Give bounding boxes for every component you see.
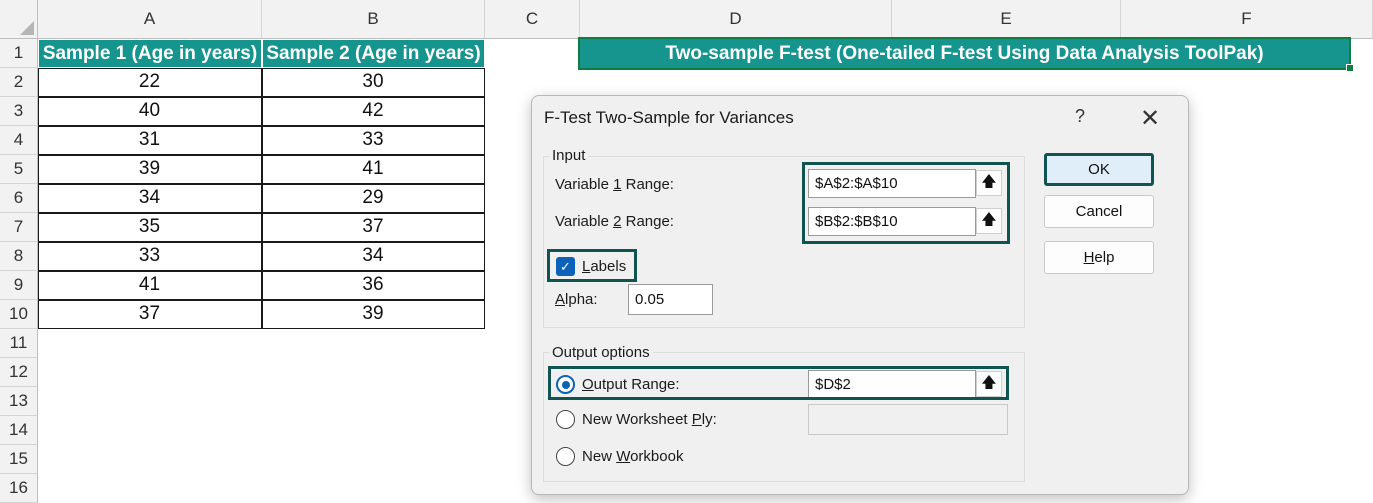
row-header-15[interactable]: 15 [0, 445, 38, 474]
column-header-f[interactable]: F [1121, 0, 1373, 39]
cell-b6[interactable]: 29 [261, 183, 485, 213]
row-header-3[interactable]: 3 [0, 97, 38, 126]
cell-a6[interactable]: 34 [37, 183, 262, 213]
ok-button[interactable]: OK [1044, 153, 1154, 186]
row-header-14[interactable]: 14 [0, 416, 38, 445]
dialog-title: F-Test Two-Sample for Variances [544, 108, 794, 127]
row-header-2[interactable]: 2 [0, 68, 38, 97]
new-worksheet-ply-radio[interactable] [556, 410, 575, 429]
row-header-6[interactable]: 6 [0, 184, 38, 213]
ftest-dialog: F-Test Two-Sample for Variances ? ✕ Inpu… [531, 95, 1189, 495]
new-worksheet-ply-label: New Worksheet Ply: [582, 411, 717, 428]
output-range-radio[interactable] [556, 375, 575, 394]
variable2-range-input[interactable]: $B$2:$B$10 [808, 207, 976, 236]
column-header-c[interactable]: C [485, 0, 580, 39]
row-header-8[interactable]: 8 [0, 242, 38, 271]
column-header-d[interactable]: D [580, 0, 892, 39]
collapse-dialog-icon: 🡅 [981, 172, 997, 190]
cell-b7[interactable]: 37 [261, 212, 485, 242]
cell-b2[interactable]: 30 [261, 67, 485, 97]
column-header-a[interactable]: A [38, 0, 262, 39]
new-worksheet-ply-input[interactable] [808, 404, 1008, 435]
labels-label: Labels [582, 258, 627, 275]
cell-b9[interactable]: 36 [261, 270, 485, 300]
row-header-1[interactable]: 1 [0, 39, 38, 68]
cell-a3[interactable]: 40 [37, 96, 262, 126]
output-range-label: Output Range: [582, 376, 680, 393]
title-cell-d1[interactable]: Two-sample F-test (One-tailed F-test Usi… [580, 39, 1349, 68]
cell-b3[interactable]: 42 [261, 96, 485, 126]
row-header-4[interactable]: 4 [0, 126, 38, 155]
variable1-range-input[interactable]: $A$2:$A$10 [808, 169, 976, 198]
cancel-button[interactable]: Cancel [1044, 195, 1154, 228]
help-icon[interactable]: ? [1075, 106, 1085, 127]
close-icon[interactable]: ✕ [1140, 104, 1160, 133]
row-header-16[interactable]: 16 [0, 474, 38, 503]
row-header-5[interactable]: 5 [0, 155, 38, 184]
cell-a2[interactable]: 22 [37, 67, 262, 97]
cell-b10[interactable]: 39 [261, 299, 485, 329]
alpha-label: Alpha: [555, 291, 598, 308]
input-group-label: Input [549, 147, 589, 164]
cell-b4[interactable]: 33 [261, 125, 485, 155]
row-header-13[interactable]: 13 [0, 387, 38, 416]
row-header-9[interactable]: 9 [0, 271, 38, 300]
variable2-range-label: Variable 2 Range: [555, 213, 674, 230]
output-range-collapse-button[interactable]: 🡅 [976, 371, 1002, 397]
column-header-b[interactable]: B [262, 0, 485, 39]
output-range-input[interactable]: $D$2 [808, 370, 976, 399]
cell-a8[interactable]: 33 [37, 241, 262, 271]
cell-a7[interactable]: 35 [37, 212, 262, 242]
variable1-range-label: Variable 1 Range: [555, 176, 674, 193]
new-workbook-label: New Workbook [582, 448, 684, 465]
column-header-e[interactable]: E [892, 0, 1121, 39]
header-cell-sample2[interactable]: Sample 2 (Age in years) [262, 39, 485, 68]
cell-b8[interactable]: 34 [261, 241, 485, 271]
cell-a10[interactable]: 37 [37, 299, 262, 329]
row-header-10[interactable]: 10 [0, 300, 38, 329]
row-header-12[interactable]: 12 [0, 358, 38, 387]
cell-b5[interactable]: 41 [261, 154, 485, 184]
labels-checkbox[interactable]: ✓ [556, 257, 575, 276]
alpha-input[interactable]: 0.05 [628, 284, 713, 315]
new-workbook-radio[interactable] [556, 447, 575, 466]
row-header-7[interactable]: 7 [0, 213, 38, 242]
variable1-collapse-button[interactable]: 🡅 [976, 170, 1002, 196]
fill-handle[interactable] [1346, 64, 1354, 72]
header-cell-sample1[interactable]: Sample 1 (Age in years) [38, 39, 262, 68]
select-all-triangle-icon [20, 21, 34, 35]
cell-a4[interactable]: 31 [37, 125, 262, 155]
cell-a9[interactable]: 41 [37, 270, 262, 300]
row-header-11[interactable]: 11 [0, 329, 38, 358]
help-button[interactable]: Help [1044, 241, 1154, 274]
select-all-corner[interactable] [0, 0, 38, 39]
variable2-collapse-button[interactable]: 🡅 [976, 208, 1002, 234]
output-group-label: Output options [549, 344, 653, 361]
cell-a5[interactable]: 39 [37, 154, 262, 184]
collapse-dialog-icon: 🡅 [981, 210, 997, 228]
collapse-dialog-icon: 🡅 [981, 373, 997, 391]
